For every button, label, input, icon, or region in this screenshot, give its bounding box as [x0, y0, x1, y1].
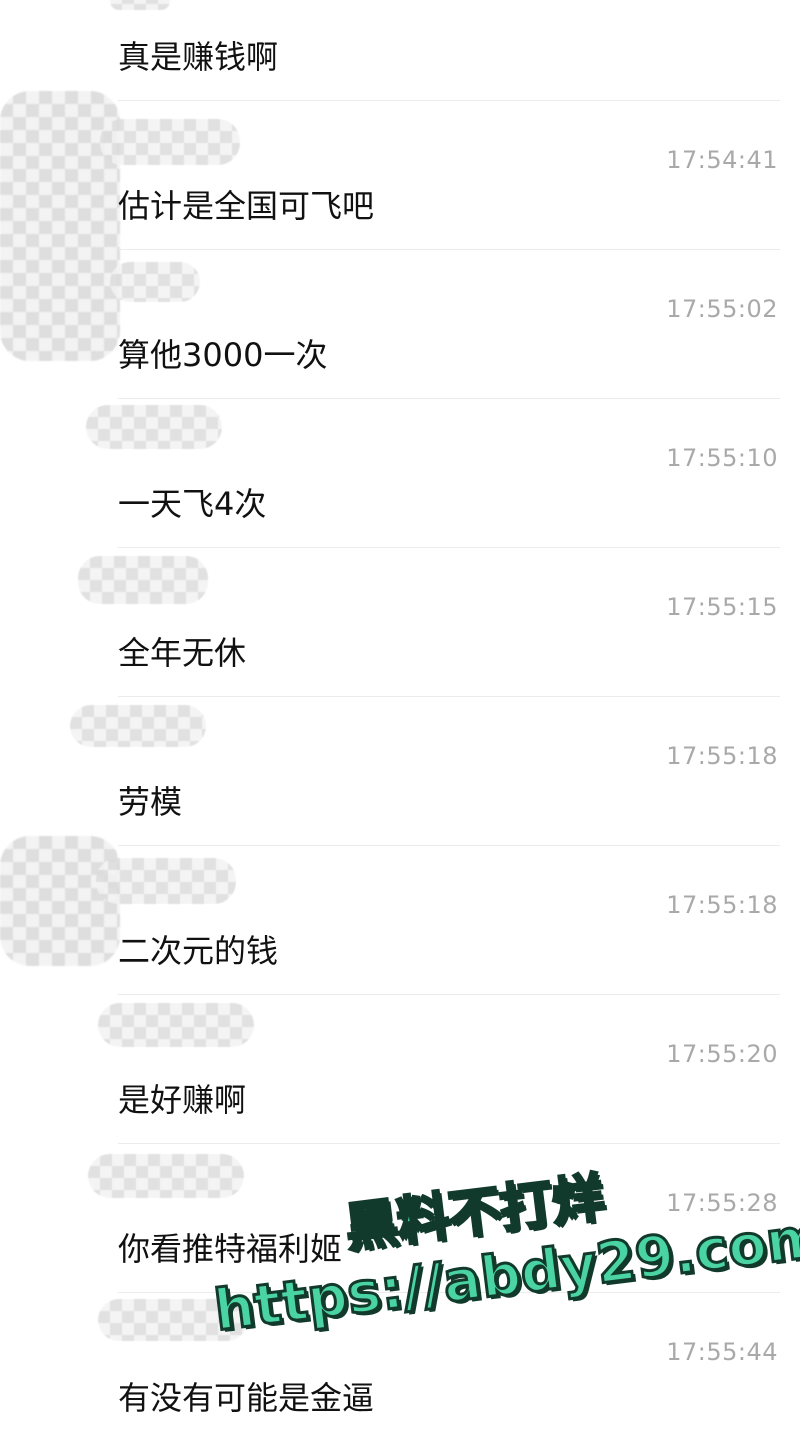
- message-timestamp: 17:54:41: [666, 146, 778, 174]
- sender-name-mask: [78, 556, 208, 604]
- message-text: 一天飞4次: [118, 485, 267, 523]
- message-text: 劳模: [118, 783, 183, 821]
- message-text: 是好赚啊: [118, 1081, 247, 1119]
- message-timestamp: 17:55:15: [666, 593, 778, 621]
- message-item[interactable]: 17:54:41 估计是全国可飞吧: [0, 91, 800, 361]
- sender-name-mask: [86, 405, 222, 449]
- message-item[interactable]: 17:55:28 你看推特福利姬: [0, 1144, 800, 1293]
- message-timestamp: 17:55:18: [666, 891, 778, 919]
- message-timestamp: 17:55:10: [666, 444, 778, 472]
- sender-name-mask: [70, 705, 206, 747]
- message-text: 真是赚钱啊: [118, 38, 279, 76]
- message-timestamp: 17:55:28: [666, 1189, 778, 1217]
- chat-message-list: 真是赚钱啊 17:54:41 估计是全国可飞吧 17:55:02 算他3000一…: [0, 0, 800, 1422]
- sender-name-mask: [110, 0, 170, 10]
- sender-name-mask: [98, 1003, 254, 1047]
- message-text: 估计是全国可飞吧: [118, 187, 375, 225]
- message-timestamp: 17:55:02: [666, 295, 778, 323]
- sender-name-mask: [100, 119, 240, 165]
- message-text: 有没有可能是金逼: [118, 1379, 375, 1417]
- sender-name-mask: [96, 858, 236, 904]
- message-item[interactable]: 17:55:44 有没有可能是金逼: [0, 1293, 800, 1442]
- message-item[interactable]: 真是赚钱啊: [0, 0, 800, 101]
- sender-name-mask: [98, 1299, 248, 1341]
- message-item[interactable]: 17:55:18 二次元的钱: [0, 836, 800, 995]
- message-text: 算他3000一次: [118, 336, 328, 374]
- message-timestamp: 17:55:18: [666, 742, 778, 770]
- sender-name-mask: [110, 262, 200, 302]
- message-text: 全年无休: [118, 634, 247, 672]
- message-timestamp: 17:55:44: [666, 1338, 778, 1366]
- message-item[interactable]: 17:55:10 一天飞4次: [0, 399, 800, 548]
- avatar-mask: [0, 836, 120, 966]
- message-text: 你看推特福利姬: [118, 1230, 343, 1268]
- message-item[interactable]: 17:55:15 全年无休: [0, 548, 800, 697]
- message-item[interactable]: 17:55:18 劳模: [0, 697, 800, 846]
- message-text: 二次元的钱: [118, 932, 279, 970]
- sender-name-mask: [88, 1154, 244, 1198]
- message-item[interactable]: 17:55:02 算他3000一次: [0, 250, 800, 399]
- message-timestamp: 17:55:20: [666, 1040, 778, 1068]
- message-item[interactable]: 17:55:20 是好赚啊: [0, 995, 800, 1144]
